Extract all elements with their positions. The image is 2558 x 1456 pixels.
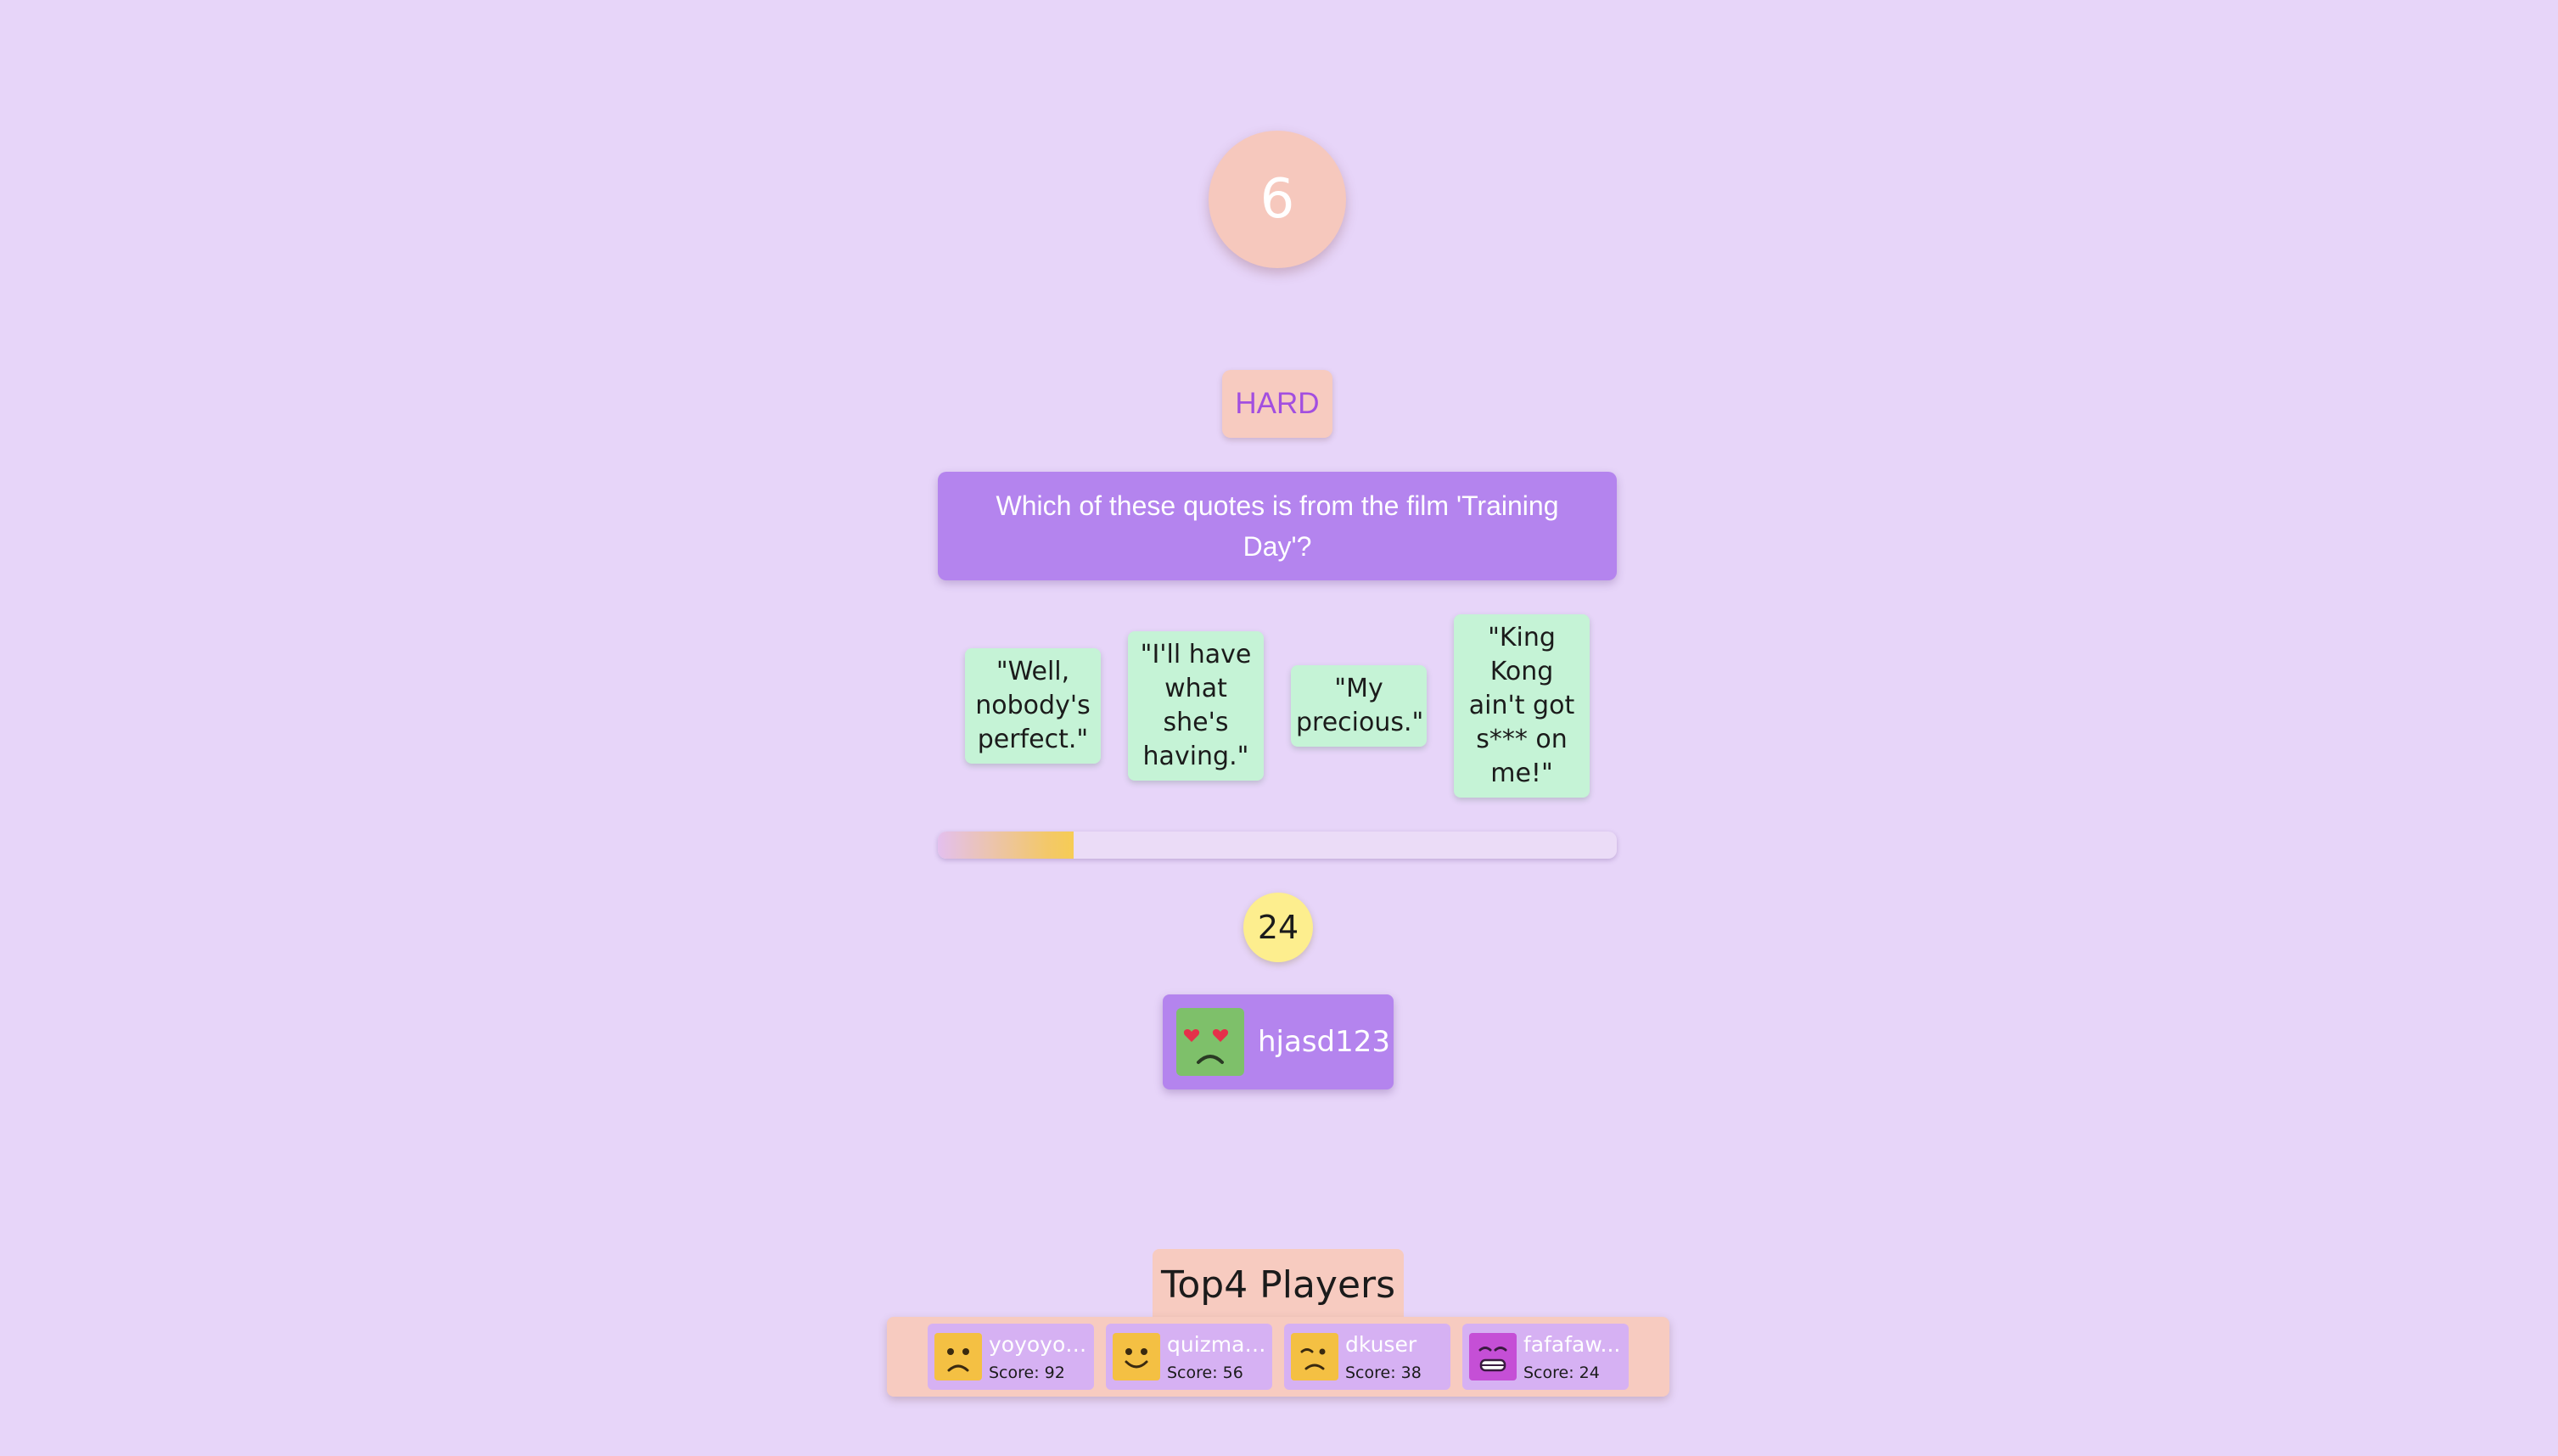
timer-bar-fill <box>938 832 1074 859</box>
top-players-panel: yoyoyo1... Score: 92 quizmas... Score: 5… <box>887 1317 1669 1397</box>
answer-option-1[interactable]: "Well, nobody's perfect." <box>965 648 1101 764</box>
answer-option-2[interactable]: "I'll have what she's having." <box>1128 631 1264 781</box>
question-number-text: 6 <box>1259 168 1295 231</box>
question-text: Which of these quotes is from the film '… <box>996 490 1559 562</box>
top-player-score-label: Score: <box>1345 1363 1396 1382</box>
top-player-card[interactable]: quizmas... Score: 56 <box>1106 1324 1272 1390</box>
score-badge: 24 <box>1243 893 1313 962</box>
current-player-card: hjasd123 <box>1163 994 1394 1089</box>
top-player-name: quizmas... <box>1167 1331 1267 1357</box>
top-player-score-label: Score: <box>989 1363 1040 1382</box>
top-player-score: 56 <box>1222 1363 1243 1382</box>
top-player-card[interactable]: fafafaw... Score: 24 <box>1462 1324 1629 1390</box>
timer-bar <box>938 832 1617 859</box>
difficulty-text: HARD <box>1235 387 1320 420</box>
top-player-name: yoyoyo1... <box>989 1331 1089 1357</box>
top-player-name: dkuser <box>1345 1331 1417 1357</box>
top-player-score: 24 <box>1579 1363 1600 1382</box>
answer-options: "Well, nobody's perfect." "I'll have wha… <box>938 613 1617 799</box>
answer-option-3[interactable]: "My precious." <box>1291 665 1427 747</box>
top-player-score: 38 <box>1400 1363 1422 1382</box>
difficulty-badge: HARD <box>1222 370 1332 438</box>
answer-option-4[interactable]: "King Kong ain't got s*** on me!" <box>1454 614 1590 798</box>
top-player-score-label: Score: <box>1167 1363 1218 1382</box>
top-player-score: 92 <box>1044 1363 1065 1382</box>
top-player-score-label: Score: <box>1523 1363 1574 1382</box>
top-players-title: Top4 Players <box>1153 1249 1404 1320</box>
player-name: hjasd123 <box>1258 1025 1391 1059</box>
question-number: 6 <box>1209 131 1346 268</box>
top-player-card[interactable]: yoyoyo1... Score: 92 <box>928 1324 1094 1390</box>
top-players-title-text: Top4 Players <box>1160 1263 1396 1307</box>
answer-option-text: "I'll have what she's having." <box>1140 640 1252 771</box>
smile-face-icon <box>1113 1333 1160 1380</box>
answer-option-text: "King Kong ain't got s*** on me!" <box>1468 623 1575 788</box>
question-box: Which of these quotes is from the film '… <box>938 472 1617 580</box>
sleepy-face-icon <box>1291 1333 1338 1380</box>
score-value: 24 <box>1257 909 1299 946</box>
heart-eyes-face-icon <box>1176 1008 1244 1076</box>
answer-option-text: "Well, nobody's perfect." <box>975 657 1091 754</box>
answer-option-text: "My precious." <box>1296 674 1424 737</box>
top-player-card[interactable]: dkuser Score: 38 <box>1284 1324 1450 1390</box>
top-player-name: fafafaw... <box>1523 1331 1621 1357</box>
grimace-face-icon <box>1469 1333 1517 1380</box>
sad-face-icon <box>934 1333 982 1380</box>
